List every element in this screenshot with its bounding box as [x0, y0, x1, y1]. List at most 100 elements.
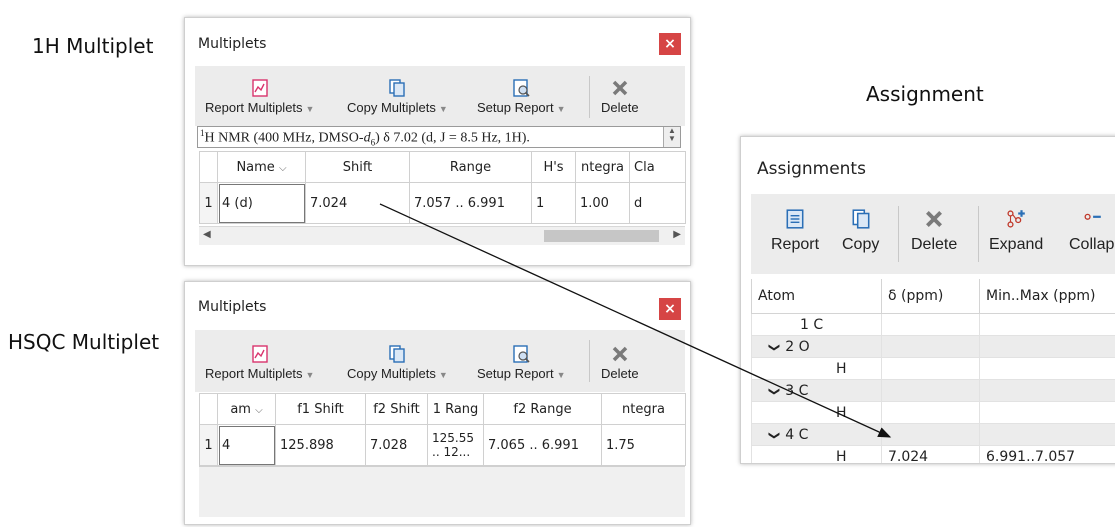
panel-title: Multiplets: [198, 299, 267, 315]
setup-report-button[interactable]: Setup Report ▼: [477, 344, 566, 381]
delete-icon: [612, 80, 628, 96]
cell-f1-shift[interactable]: 125.898: [275, 424, 366, 466]
close-button[interactable]: ×: [659, 298, 681, 320]
setup-report-label: Setup Report: [477, 100, 554, 115]
cell-range[interactable]: [979, 357, 1115, 380]
chevron-down-icon[interactable]: ⌵: [255, 405, 263, 416]
table-row[interactable]: 1 4 125.898 7.028 125.55.. 12... 7.065 .…: [199, 424, 686, 466]
report-text-box[interactable]: 1H NMR (400 MHz, DMSO-d6) δ 7.02 (d, J =…: [197, 126, 681, 148]
delete-button[interactable]: Delete: [601, 344, 639, 381]
column-header-f2-shift[interactable]: f2 Shift: [365, 393, 428, 425]
column-header-shift[interactable]: Shift: [305, 151, 410, 183]
multiplets-panel-hsqc: Multiplets × Report Multiplets ▼ Copy Mul…: [184, 281, 691, 525]
cell-integral[interactable]: 1.75: [601, 424, 686, 466]
report-button[interactable]: Report: [771, 208, 819, 254]
delete-button[interactable]: Delete: [911, 208, 957, 254]
table-header-row: am ⌵ f1 Shift f2 Shift 1 Rang f2 Range n…: [199, 393, 686, 425]
copy-multiplets-button[interactable]: Copy Multiplets ▼: [347, 344, 448, 381]
report-multiplets-button[interactable]: Report Multiplets ▼: [205, 344, 314, 381]
column-header-integral[interactable]: ntegra: [575, 151, 630, 183]
chevron-down-icon[interactable]: ▼: [439, 104, 448, 114]
cell-range[interactable]: [979, 423, 1115, 446]
cell-f1-range[interactable]: 125.55.. 12...: [427, 424, 484, 466]
column-header-range[interactable]: Range: [409, 151, 532, 183]
cell-f2-shift[interactable]: 7.028: [365, 424, 428, 466]
tree-row-3c-h[interactable]: H: [751, 401, 1115, 424]
assignments-panel: Assignments Report Copy Delete Expand Co…: [740, 136, 1115, 464]
horizontal-scrollbar[interactable]: ◀ ▶: [199, 226, 685, 245]
report-spinner[interactable]: ▲ ▼: [663, 127, 680, 147]
chevron-down-icon[interactable]: ▼: [439, 370, 448, 380]
cell-range[interactable]: 6.991..7.057: [979, 445, 1115, 463]
cell-range[interactable]: [979, 313, 1115, 336]
cell-shift[interactable]: 7.024: [881, 445, 980, 463]
delete-button[interactable]: Delete: [601, 78, 639, 115]
row-number: 1: [199, 182, 218, 224]
cell-atom: 1 C: [751, 313, 882, 336]
collapse-button[interactable]: Collap: [1069, 208, 1114, 254]
close-button[interactable]: ×: [659, 33, 681, 55]
cell-range[interactable]: [979, 335, 1115, 358]
column-header-name[interactable]: Name ⌵: [217, 151, 306, 183]
cell-shift[interactable]: 7.024: [305, 182, 410, 224]
chevron-down-icon[interactable]: ▼: [306, 104, 315, 114]
column-header-f1-shift[interactable]: f1 Shift: [275, 393, 366, 425]
column-header-range[interactable]: Min..Max (ppm): [979, 279, 1115, 314]
chevron-down-icon[interactable]: ▼: [557, 370, 566, 380]
cell-shift[interactable]: [881, 401, 980, 424]
tree-row-2o-h[interactable]: H: [751, 357, 1115, 380]
cell-shift[interactable]: [881, 357, 980, 380]
tree-row-2o[interactable]: ❯ 2 O: [751, 335, 1115, 358]
chevron-down-icon[interactable]: ⌵: [279, 163, 287, 174]
cell-range[interactable]: [979, 401, 1115, 424]
tree-row-4c[interactable]: ❯ 4 C: [751, 423, 1115, 446]
scrollbar-thumb[interactable]: [544, 230, 659, 242]
scroll-right-icon[interactable]: ▶: [673, 229, 681, 240]
cell-class[interactable]: d: [629, 182, 686, 224]
chevron-down-icon[interactable]: ▼: [306, 370, 315, 380]
chevron-down-icon[interactable]: ❯: [768, 342, 781, 351]
cell-atom: ❯ 2 O: [751, 335, 882, 358]
delete-label: Delete: [911, 236, 958, 253]
column-header-class[interactable]: Cla: [629, 151, 686, 183]
chevron-down-icon[interactable]: ❯: [768, 386, 781, 395]
chevron-down-icon[interactable]: ❯: [768, 430, 781, 439]
column-header-f1-range[interactable]: 1 Rang: [427, 393, 484, 425]
caption-assignment: Assignment: [866, 82, 984, 106]
row-number-header: [199, 151, 218, 183]
chevron-down-icon[interactable]: ▼: [557, 104, 566, 114]
column-header-shift[interactable]: δ (ppm): [881, 279, 980, 314]
column-header-atom[interactable]: Atom: [751, 279, 882, 314]
column-header-name[interactable]: am ⌵: [217, 393, 276, 425]
copy-icon: [389, 79, 406, 97]
tree-row-4c-h[interactable]: H 7.024 6.991..7.057: [751, 445, 1115, 463]
cell-f2-range[interactable]: 7.065 .. 6.991: [483, 424, 602, 466]
cell-range[interactable]: 7.057 .. 6.991: [409, 182, 532, 224]
cell-shift[interactable]: [881, 423, 980, 446]
cell-name[interactable]: 4 (d): [217, 182, 306, 224]
tree-row-3c[interactable]: ❯ 3 C: [751, 379, 1115, 402]
copy-multiplets-label: Copy Multiplets: [347, 100, 436, 115]
report-label: Report: [771, 236, 820, 253]
cell-range[interactable]: [979, 379, 1115, 402]
column-header-hs[interactable]: H's: [531, 151, 576, 183]
cell-integral[interactable]: 1.00: [575, 182, 630, 224]
column-header-integral[interactable]: ntegra: [601, 393, 686, 425]
report-multiplets-label: Report Multiplets: [205, 100, 303, 115]
cell-shift[interactable]: [881, 313, 980, 336]
cell-hs[interactable]: 1: [531, 182, 576, 224]
cell-atom: H: [751, 401, 882, 424]
report-multiplets-button[interactable]: Report Multiplets ▼: [205, 78, 314, 115]
setup-report-icon: [513, 79, 530, 97]
cell-name[interactable]: 4: [217, 424, 276, 466]
expand-button[interactable]: Expand: [989, 208, 1043, 254]
cell-shift[interactable]: [881, 379, 980, 402]
copy-button[interactable]: Copy: [842, 208, 879, 254]
tree-row-1c[interactable]: 1 C: [751, 313, 1115, 336]
scroll-left-icon[interactable]: ◀: [203, 229, 211, 240]
column-header-f2-range[interactable]: f2 Range: [483, 393, 602, 425]
setup-report-button[interactable]: Setup Report ▼: [477, 78, 566, 115]
cell-shift[interactable]: [881, 335, 980, 358]
table-row[interactable]: 1 4 (d) 7.024 7.057 .. 6.991 1 1.00 d: [199, 182, 686, 224]
copy-multiplets-button[interactable]: Copy Multiplets ▼: [347, 78, 448, 115]
